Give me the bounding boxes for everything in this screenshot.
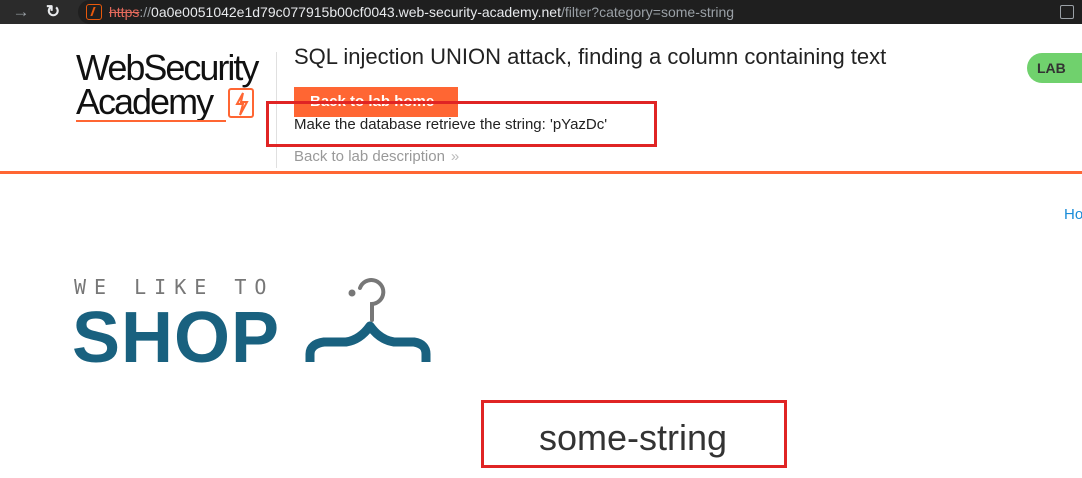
browser-toolbar: → ↻ https://0a0e0051042e1d79c077915b00cf…	[0, 0, 1082, 24]
logo-underline	[76, 120, 226, 122]
clothes-hanger-icon	[305, 278, 431, 362]
lab-title: SQL injection UNION attack, finding a co…	[294, 44, 887, 69]
lab-header: WebSecurity Academy SQL injection UNION …	[0, 24, 1082, 174]
url-host: 0a0e0051042e1d79c077915b00cf0043.web-sec…	[151, 4, 561, 20]
back-arrow-icon[interactable]: →	[10, 1, 32, 23]
home-nav-link[interactable]: Ho	[1064, 206, 1082, 223]
back-to-lab-description-link[interactable]: Back to lab description »	[294, 148, 459, 166]
extension-icon[interactable]	[1060, 5, 1074, 19]
double-chevron-right-icon: »	[450, 148, 460, 165]
shop-wordmark: SHOP	[72, 298, 281, 378]
url-scheme: https	[109, 4, 140, 20]
highlight-box-search-term	[481, 400, 787, 468]
shop-logo[interactable]: WE LIKE TO SHOP	[72, 276, 432, 376]
lightning-bolt-icon	[228, 88, 254, 118]
url-separator: ://	[139, 4, 152, 20]
reload-icon[interactable]: ↻	[42, 1, 64, 23]
logo-text-line2: Academy	[76, 81, 214, 122]
url-text[interactable]: https://0a0e0051042e1d79c077915b00cf0043…	[109, 4, 734, 20]
lab-status-badge: LAB	[1027, 53, 1082, 83]
site-info-icon[interactable]	[86, 4, 102, 20]
shop-tagline: WE LIKE TO	[74, 275, 275, 299]
web-security-academy-logo[interactable]: WebSecurity Academy	[76, 50, 276, 124]
back-to-lab-description-label: Back to lab description	[294, 148, 445, 165]
url-path: /filter?category=some-string	[560, 4, 735, 20]
highlight-box-objective	[266, 101, 657, 147]
address-bar[interactable]: https://0a0e0051042e1d79c077915b00cf0043…	[78, 0, 1082, 24]
